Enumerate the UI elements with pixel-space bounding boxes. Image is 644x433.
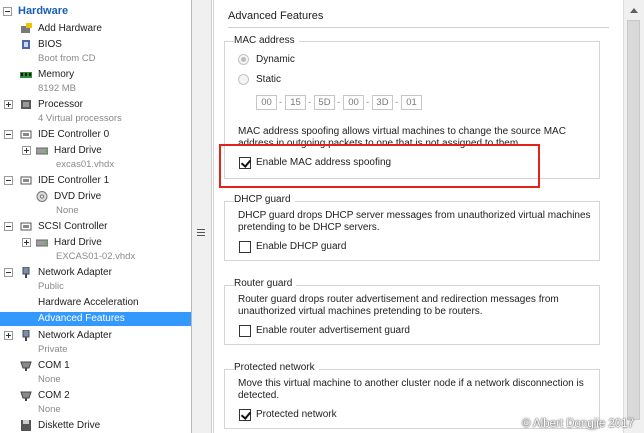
section-title: Advanced Features [228, 10, 324, 22]
tree-item-dvd-drive[interactable]: DVD Drive [0, 190, 191, 204]
dhcp-guard-description: DHCP guard drops DHCP server messages fr… [238, 210, 591, 233]
tree-item-add-hardware[interactable]: Add Hardware [0, 22, 191, 36]
collapse-icon[interactable] [4, 268, 13, 277]
watermark: © Albert Dongjie 2017 [521, 418, 634, 430]
processor-icon [21, 100, 31, 109]
router-guard-description: Router guard drops router advertisement … [238, 294, 559, 317]
network-adapter-icon [22, 330, 30, 341]
scroll-thumb[interactable] [627, 20, 640, 420]
protected-network-checkbox[interactable] [239, 409, 251, 421]
tree-sub-bios: Boot from CD [38, 53, 96, 64]
static-label: Static [256, 74, 282, 85]
tree-item-network-adapter-private[interactable]: Network Adapter [0, 329, 191, 343]
scroll-up-arrow-icon[interactable] [627, 4, 641, 18]
mac-separator: - [279, 97, 283, 108]
tree-sub-memory: 8192 MB [38, 83, 77, 94]
protected-network-description: Move this virtual machine to another clu… [238, 378, 584, 401]
tree-item-hardware-acceleration[interactable]: Hardware Acceleration [0, 296, 191, 310]
com-port-icon [20, 391, 32, 401]
highlight-box [219, 144, 540, 188]
tree-sub-com2: None [38, 404, 61, 415]
mac-octet-1[interactable]: 00 [256, 95, 277, 110]
tree-sub-network-adapter-private: Private [38, 344, 68, 355]
controller-icon [20, 130, 32, 139]
router-guard-checkbox[interactable] [239, 325, 251, 337]
pane-splitter[interactable] [192, 0, 212, 433]
title-divider [228, 27, 609, 28]
collapse-icon[interactable] [3, 7, 12, 16]
add-hardware-icon [21, 23, 32, 33]
tree-item-processor[interactable]: Processor [0, 98, 191, 112]
tree-item-hard-drive-scsi[interactable]: Hard Drive [0, 236, 191, 250]
hard-drive-icon [36, 147, 48, 155]
dhcp-guard-label: Enable DHCP guard [256, 241, 347, 252]
tree-item-scsi-controller[interactable]: SCSI Controller [0, 220, 191, 234]
tree-item-ide-controller-1[interactable]: IDE Controller 1 [0, 174, 191, 188]
mac-separator: - [308, 97, 312, 108]
chip-icon [22, 40, 30, 49]
hardware-header-label: Hardware [18, 5, 69, 17]
router-guard-title: Router guard [234, 278, 297, 289]
com-port-icon [20, 361, 32, 371]
mac-separator: - [395, 97, 399, 108]
protected-network-label: Protected network [256, 409, 337, 420]
collapse-icon[interactable] [4, 222, 13, 231]
mac-octet-4[interactable]: 00 [343, 95, 364, 110]
controller-icon [20, 222, 32, 231]
hard-drive-icon [36, 239, 48, 247]
tree-item-network-adapter-public[interactable]: Network Adapter [0, 266, 191, 280]
tree-item-hard-drive-ide[interactable]: Hard Drive [0, 144, 191, 158]
dvd-icon [36, 191, 48, 202]
mac-address-group-title: MAC address [234, 35, 299, 46]
mac-separator: - [366, 97, 370, 108]
dynamic-radio[interactable] [238, 54, 249, 65]
tree-item-ide-controller-0[interactable]: IDE Controller 0 [0, 128, 191, 142]
tree-item-bios[interactable]: BIOS [0, 38, 191, 52]
tree-item-advanced-features[interactable]: Advanced Features [0, 312, 191, 326]
mac-octet-3[interactable]: 5D [314, 95, 335, 110]
tree-item-com1[interactable]: COM 1 [0, 359, 191, 373]
mac-octet-2[interactable]: 15 [285, 95, 306, 110]
dhcp-guard-title: DHCP guard [234, 194, 295, 205]
settings-panel: Advanced Features MAC address Dynamic St… [213, 0, 623, 433]
tree-sub-dvd-drive: None [56, 205, 79, 216]
tree-item-com2[interactable]: COM 2 [0, 389, 191, 403]
hardware-header[interactable]: Hardware [0, 4, 191, 20]
controller-icon [20, 176, 32, 185]
tree-sub-processor: 4 Virtual processors [38, 113, 122, 124]
static-radio[interactable] [238, 74, 249, 85]
splitter-grip-icon [197, 229, 205, 236]
tree-item-memory[interactable]: Memory [0, 68, 191, 82]
tree-sub-network-adapter-public: Public [38, 281, 64, 292]
tree-item-diskette-drive[interactable]: Diskette Drive [0, 419, 191, 433]
expand-icon[interactable] [22, 146, 31, 155]
mac-octet-5[interactable]: 3D [372, 95, 393, 110]
dynamic-label: Dynamic [256, 54, 295, 65]
expand-icon[interactable] [4, 100, 13, 109]
tree-sub-com1: None [38, 374, 61, 385]
diskette-icon [21, 420, 31, 431]
collapse-icon[interactable] [4, 130, 13, 139]
expand-icon[interactable] [22, 238, 31, 247]
memory-icon [20, 72, 32, 78]
vertical-scrollbar[interactable] [623, 0, 644, 433]
tree-sub-hard-drive-ide: excas01.vhdx [56, 159, 115, 170]
protected-network-title: Protected network [234, 362, 319, 373]
dhcp-guard-checkbox[interactable] [239, 241, 251, 253]
mac-separator: - [337, 97, 341, 108]
tree-sub-hard-drive-scsi: EXCAS01-02.vhdx [56, 251, 136, 262]
expand-icon[interactable] [4, 331, 13, 340]
mac-octet-6[interactable]: 01 [401, 95, 422, 110]
router-guard-label: Enable router advertisement guard [256, 325, 410, 336]
hardware-tree: Hardware Add Hardware BIOS Boot from CD … [0, 0, 192, 433]
network-adapter-icon [22, 267, 30, 278]
collapse-icon[interactable] [4, 176, 13, 185]
